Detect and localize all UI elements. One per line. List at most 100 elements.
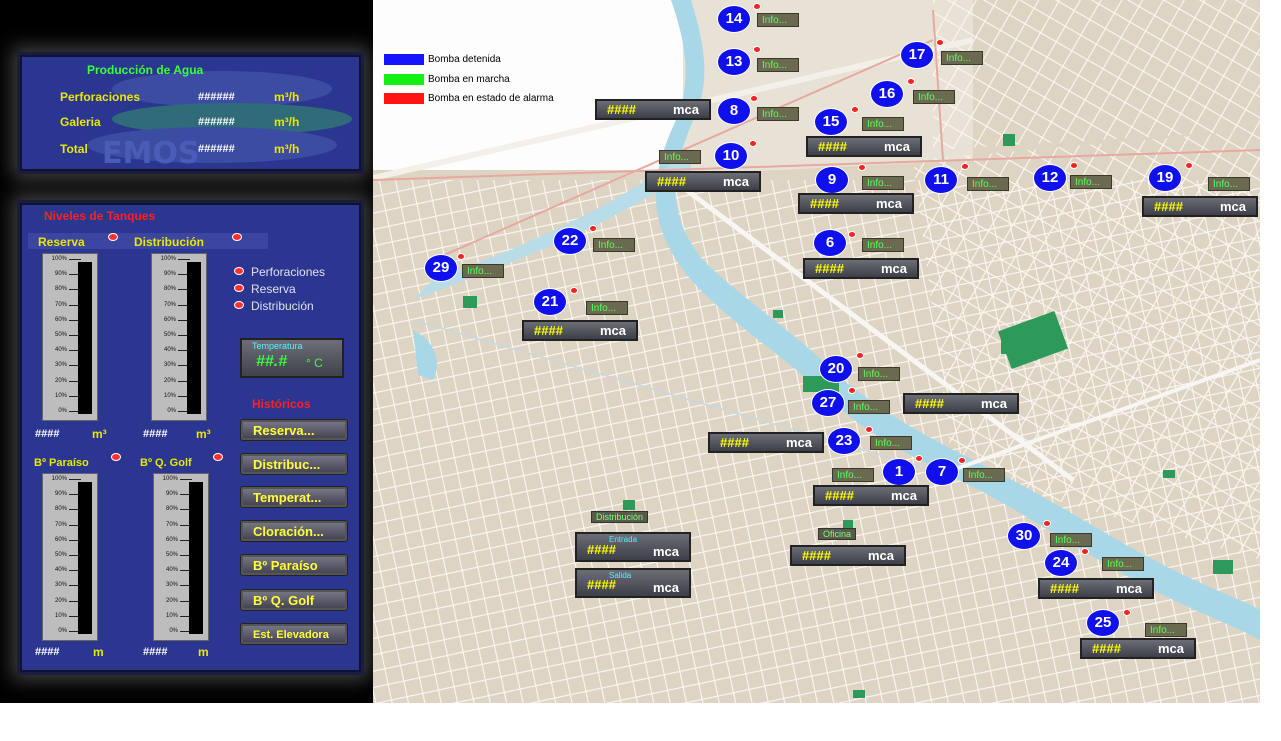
station-23-info-button[interactable]: Info... xyxy=(870,436,912,450)
station-13-badge[interactable]: 13 xyxy=(717,48,751,76)
legend-label-stopped: Bomba detenida xyxy=(428,54,501,65)
reserva-alarm-led xyxy=(108,233,118,241)
station-9-info-button[interactable]: Info... xyxy=(862,176,904,190)
station-21-status xyxy=(570,287,578,294)
distribucion-history-button[interactable]: Distribuc... xyxy=(240,453,348,475)
station-30-info-button[interactable]: Info... xyxy=(1050,533,1092,547)
legend-swatch-alarm xyxy=(384,93,424,104)
station-29-info-button[interactable]: Info... xyxy=(462,264,504,278)
station-17-status xyxy=(936,39,944,46)
station-14-badge[interactable]: 14 xyxy=(717,5,751,33)
station-6-info-button[interactable]: Info... xyxy=(862,238,904,252)
reserva-unit: m³ xyxy=(92,427,107,441)
paraiso-label: Bº Paraíso xyxy=(34,457,89,469)
station-23-badge[interactable]: 23 xyxy=(827,427,861,455)
station-17-badge[interactable]: 17 xyxy=(900,41,934,69)
station-7-badge[interactable]: 7 xyxy=(925,458,959,486)
station-8-status xyxy=(750,95,758,102)
reserva-label: Reserva xyxy=(38,235,85,249)
perforaciones-value: ###### xyxy=(198,91,235,103)
total-unit: m³/h xyxy=(274,142,300,156)
paraiso-gauge: 100% 90% 80% 70% 60% 50% 40% 30% 20% 10% 0% xyxy=(42,473,98,641)
station-11-info-button[interactable]: Info... xyxy=(967,177,1009,191)
station-20-info-button[interactable]: Info... xyxy=(858,367,900,381)
station-25-pressure: #### mca xyxy=(1080,638,1196,659)
station-21-badge[interactable]: 21 xyxy=(533,288,567,316)
golf-label: Bº Q. Golf xyxy=(140,457,192,469)
reserva-value: #### xyxy=(35,428,60,440)
alarm-label-distribucion: Distribución xyxy=(251,299,314,313)
production-title: Producción de Agua xyxy=(87,63,204,77)
station-1-pressure: #### mca xyxy=(813,485,929,506)
golf-value: #### xyxy=(143,646,168,658)
station-22-badge[interactable]: 22 xyxy=(553,227,587,255)
total-label: Total xyxy=(60,142,88,156)
alarm-led-reserva xyxy=(234,284,244,292)
paraiso-unit: m xyxy=(93,645,104,659)
station-22-status xyxy=(589,225,597,232)
station-20-badge[interactable]: 20 xyxy=(819,355,853,383)
cloracion-history-button[interactable]: Cloración... xyxy=(240,520,348,542)
elevadora-history-button[interactable]: Est. Elevadora xyxy=(240,623,348,645)
station-19-badge[interactable]: 19 xyxy=(1148,164,1182,192)
station-22-info-button[interactable]: Info... xyxy=(593,238,635,252)
station-24-badge[interactable]: 24 xyxy=(1044,549,1078,577)
station-24-info-button[interactable]: Info... xyxy=(1102,557,1144,571)
station-11-status xyxy=(961,163,969,170)
station-19-info-button[interactable]: Info... xyxy=(1208,177,1250,191)
entrada-pressure: Entrada #### mca xyxy=(575,532,691,562)
station-12-info-button[interactable]: Info... xyxy=(1070,175,1112,189)
station-7-status xyxy=(958,457,966,464)
station-10-info-button[interactable]: Info... xyxy=(659,150,701,164)
alarm-led-perforaciones xyxy=(234,267,244,275)
station-11-badge[interactable]: 11 xyxy=(924,166,958,194)
station-8-badge[interactable]: 8 xyxy=(717,97,751,125)
station-6-badge[interactable]: 6 xyxy=(813,229,847,257)
station-7-info-button[interactable]: Info... xyxy=(963,468,1005,482)
station-15-info-button[interactable]: Info... xyxy=(862,117,904,131)
station-27-info-button[interactable]: Info... xyxy=(848,400,890,414)
galeria-value: ###### xyxy=(198,116,235,128)
paraiso-alarm-led xyxy=(111,453,121,461)
distribucion-gauge: 100% 90% 80% 70% 60% 50% 40% 30% 20% 10% 0% xyxy=(151,253,207,421)
station-1-badge[interactable]: 1 xyxy=(882,458,916,486)
station-30-status xyxy=(1043,520,1051,527)
station-27-badge[interactable]: 27 xyxy=(811,389,845,417)
station-16-info-button[interactable]: Info... xyxy=(913,90,955,104)
station-10-badge[interactable]: 10 xyxy=(714,142,748,170)
oficina-station-title[interactable]: Oficina xyxy=(818,528,857,540)
temperature-value: ##.# xyxy=(256,353,288,370)
reserva-history-button[interactable]: Reserva... xyxy=(240,419,348,441)
distribucion-station-title[interactable]: Distribución xyxy=(591,511,649,523)
station-10-status xyxy=(749,140,757,147)
station-9-badge[interactable]: 9 xyxy=(815,166,849,194)
station-20-status xyxy=(856,352,864,359)
station-16-badge[interactable]: 16 xyxy=(870,80,904,108)
perforaciones-unit: m³/h xyxy=(274,90,300,104)
golf-history-button[interactable]: Bº Q. Golf xyxy=(240,589,348,611)
station-13-info-button[interactable]: Info... xyxy=(757,58,799,72)
station-25-status xyxy=(1123,609,1131,616)
paraiso-history-button[interactable]: Bº Paraíso xyxy=(240,554,348,576)
station-17-info-button[interactable]: Info... xyxy=(941,51,983,65)
station-14-info-button[interactable]: Info... xyxy=(757,13,799,27)
svg-text:EMOS: EMOS xyxy=(102,136,199,167)
station-21-pressure: #### mca xyxy=(522,320,638,341)
station-16-status xyxy=(907,78,915,85)
station-12-badge[interactable]: 12 xyxy=(1033,164,1067,192)
legend-label-alarm: Bomba en estado de alarma xyxy=(428,93,554,104)
station-15-badge[interactable]: 15 xyxy=(814,108,848,136)
station-6-pressure: #### mca xyxy=(803,258,919,279)
station-30-badge[interactable]: 30 xyxy=(1007,522,1041,550)
temperature-unit: ° C xyxy=(306,356,323,370)
station-21-info-button[interactable]: Info... xyxy=(586,301,628,315)
station-9-status xyxy=(858,164,866,171)
station-8-info-button[interactable]: Info... xyxy=(757,107,799,121)
station-1-info-button[interactable]: Info... xyxy=(832,468,874,482)
station-29-badge[interactable]: 29 xyxy=(424,254,458,282)
temperatura-history-button[interactable]: Temperat... xyxy=(240,486,348,508)
station-8-pressure: #### mca xyxy=(595,99,711,120)
station-25-info-button[interactable]: Info... xyxy=(1145,623,1187,637)
station-25-badge[interactable]: 25 xyxy=(1086,609,1120,637)
station-27-status xyxy=(848,387,856,394)
